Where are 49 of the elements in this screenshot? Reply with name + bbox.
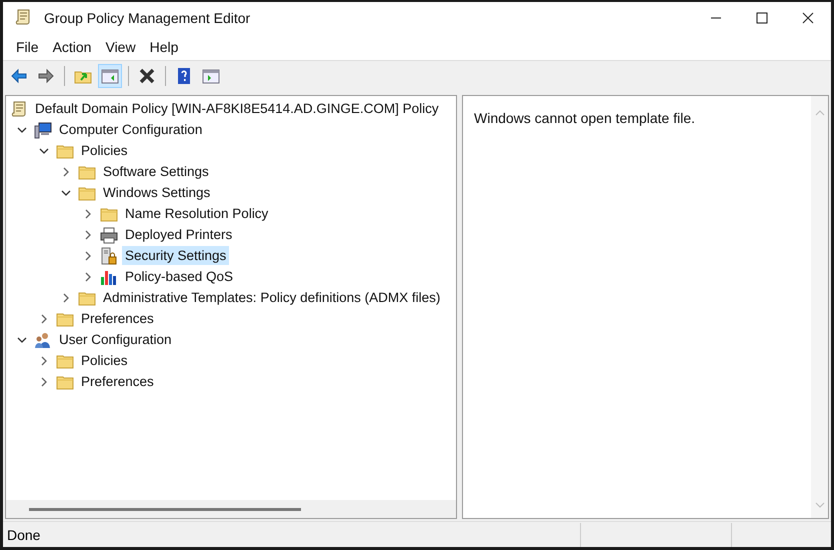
menu-item[interactable]: View xyxy=(98,39,143,55)
server-lock-icon xyxy=(100,246,118,264)
computer-icon xyxy=(34,120,52,138)
maximize-icon[interactable] xyxy=(756,12,768,24)
message-text: Windows cannot open template file. xyxy=(474,110,696,126)
expand-chevron-icon[interactable] xyxy=(83,272,93,282)
delete-icon xyxy=(138,67,156,85)
collapse-chevron-icon[interactable] xyxy=(39,146,49,156)
tree-item[interactable]: Policies xyxy=(78,351,131,370)
tree-item[interactable]: Policy-based QoS xyxy=(122,267,236,286)
menu-item[interactable]: File xyxy=(9,39,46,55)
tree-item[interactable]: Software Settings xyxy=(100,162,212,181)
users-icon xyxy=(34,330,52,348)
expand-chevron-icon[interactable] xyxy=(61,166,71,176)
expand-chevron-icon[interactable] xyxy=(39,376,49,386)
tree-item[interactable]: Windows Settings xyxy=(100,183,214,202)
expand-chevron-icon[interactable] xyxy=(39,356,49,366)
tree-item[interactable]: Preferences xyxy=(78,309,157,328)
app-icon xyxy=(14,8,32,26)
collapse-chevron-icon[interactable] xyxy=(61,188,71,198)
tree-item[interactable]: Deployed Printers xyxy=(122,225,236,244)
scroll-icon xyxy=(10,100,28,118)
expand-chevron-icon[interactable] xyxy=(83,208,93,218)
menu-item[interactable]: Action xyxy=(46,39,98,55)
tree-item[interactable]: Security Settings xyxy=(122,246,230,265)
window-pane-icon xyxy=(202,67,220,85)
tree-item[interactable]: Policies xyxy=(78,141,131,160)
expand-chevron-icon[interactable] xyxy=(83,230,93,240)
scrollbar-thumb[interactable] xyxy=(29,508,301,510)
window-pane-icon xyxy=(101,67,119,85)
tree-item[interactable]: User Configuration xyxy=(56,330,175,349)
close-icon[interactable] xyxy=(802,12,814,24)
tree-item[interactable]: Default Domain Policy [WIN-AF8KI8E5414.AD.GINGE.COM] Policy xyxy=(32,99,442,118)
expand-chevron-icon[interactable] xyxy=(83,250,93,260)
help-icon xyxy=(175,67,193,85)
printer-icon xyxy=(100,226,118,244)
tree-item[interactable]: Preferences xyxy=(78,372,157,391)
window-title: Group Policy Management Editor xyxy=(44,10,252,26)
tree-item[interactable]: Computer Configuration xyxy=(56,120,206,139)
collapse-chevron-icon[interactable] xyxy=(17,124,27,134)
expand-chevron-icon[interactable] xyxy=(39,314,49,324)
status-text: Done xyxy=(6,526,42,542)
expand-chevron-icon[interactable] xyxy=(61,292,71,302)
collapse-chevron-icon[interactable] xyxy=(17,334,27,344)
menu-item[interactable]: Help xyxy=(142,39,186,55)
tree-item[interactable]: Name Resolution Policy xyxy=(122,204,272,223)
tree-item[interactable]: Administrative Templates: Policy definitions (ADMX files) xyxy=(100,288,444,307)
forward-icon xyxy=(37,67,55,85)
back-icon xyxy=(10,67,28,85)
